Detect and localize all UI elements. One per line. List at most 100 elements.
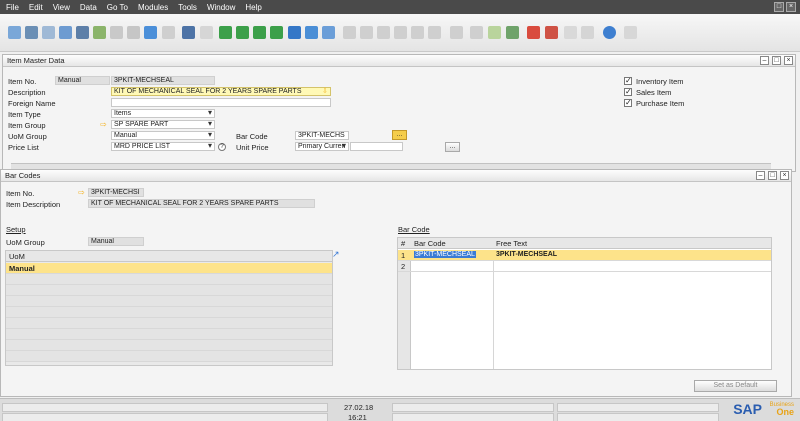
menu-goto[interactable]: Go To [107, 3, 128, 12]
payment-icon[interactable] [394, 26, 407, 39]
menu-view[interactable]: View [53, 3, 70, 12]
unit-price-currency-select[interactable]: Primary Curren [295, 142, 349, 151]
table-row[interactable] [6, 274, 332, 285]
first-record-icon[interactable] [219, 26, 232, 39]
unit-price-field[interactable] [350, 142, 403, 151]
expand-icon[interactable]: ↗ [332, 249, 340, 260]
last-record-icon[interactable] [270, 26, 283, 39]
export-excel-icon[interactable] [93, 26, 106, 39]
calendar-icon[interactable] [527, 26, 540, 39]
description-field[interactable]: KIT OF MECHANICAL SEAL FOR 2 YEARS SPARE… [111, 87, 331, 96]
edit-form-icon[interactable] [470, 26, 483, 39]
close-icon[interactable]: × [784, 56, 793, 65]
export-pdf-icon[interactable] [127, 26, 140, 39]
menu-edit[interactable]: Edit [29, 3, 43, 12]
menu-modules[interactable]: Modules [138, 3, 168, 12]
uom-row-selected[interactable]: Manual [6, 263, 332, 274]
preview-icon[interactable] [162, 26, 175, 39]
link-arrow-icon[interactable]: ⇨ [78, 189, 87, 197]
table-row[interactable]: 1 3PKIT-MECHSEAL 3PKIT-MECHSEAL [398, 250, 771, 261]
unit-price-label: Unit Price [236, 143, 269, 152]
barcode-cell-input[interactable]: 3PKIT-MECHSEAL [414, 251, 476, 258]
cockpit-icon[interactable] [624, 26, 637, 39]
table-row[interactable] [6, 285, 332, 296]
maximize-icon[interactable]: □ [768, 171, 777, 180]
minimize-icon[interactable]: – [756, 171, 765, 180]
bc-item-no-field[interactable]: 3PKIT-MECHSI [88, 188, 144, 197]
open-icon[interactable] [8, 26, 21, 39]
close-icon[interactable]: × [780, 171, 789, 180]
export-word-icon[interactable] [110, 26, 123, 39]
menu-file[interactable]: File [6, 3, 19, 12]
sales-item-checkbox[interactable]: ✓ [624, 88, 632, 96]
volume-weight-icon[interactable] [428, 26, 441, 39]
form-settings-icon[interactable] [488, 26, 501, 39]
help-icon[interactable] [603, 26, 616, 39]
journal-icon[interactable] [377, 26, 390, 39]
app-close-icon[interactable]: × [786, 2, 796, 12]
price-list-select[interactable]: MRD PRICE LIST [111, 142, 215, 151]
menu-help[interactable]: Help [245, 3, 261, 12]
refresh-icon[interactable] [288, 26, 301, 39]
item-type-select[interactable]: Items [111, 109, 215, 118]
item-no-series[interactable]: Manual [55, 76, 110, 85]
link-arrow-icon[interactable]: ⇩ [322, 88, 331, 95]
uom-group-select[interactable]: Manual [111, 131, 215, 140]
query-icon[interactable] [581, 26, 594, 39]
next-record-icon[interactable] [253, 26, 266, 39]
sort-icon[interactable] [322, 26, 335, 39]
find-icon[interactable] [182, 26, 195, 39]
bar-code-browse-button[interactable]: ... [392, 130, 407, 140]
minimize-icon[interactable]: – [760, 56, 769, 65]
settings-check-icon[interactable] [506, 26, 519, 39]
item-master-title: Item Master Data – □ × [3, 55, 795, 67]
menu-tools[interactable]: Tools [178, 3, 197, 12]
col-barcode-header[interactable]: Bar Code [414, 238, 446, 249]
bc-item-no-label: Item No. [6, 189, 35, 198]
bc-uom-group-field[interactable]: Manual [88, 237, 144, 246]
sales-item-label: Sales Item [636, 88, 672, 97]
sms-icon[interactable] [59, 26, 72, 39]
item-group-select[interactable]: SP SPARE PART [111, 120, 215, 129]
purchase-item-checkbox[interactable]: ✓ [624, 99, 632, 107]
calculator-icon[interactable] [564, 26, 577, 39]
purchase-item-label: Purchase Item [636, 99, 685, 108]
messages-icon[interactable] [545, 26, 558, 39]
table-row[interactable]: 2 [398, 261, 771, 272]
fax-icon[interactable] [76, 26, 89, 39]
email-icon[interactable] [42, 26, 55, 39]
logo-sub2: One [776, 407, 794, 417]
bar-code-field[interactable]: 3PKIT-MECHS [295, 131, 349, 140]
freetext-cell[interactable]: 3PKIT-MECHSEAL [496, 251, 557, 258]
set-as-default-button[interactable]: Set as Default [694, 380, 777, 392]
link-arrow-icon[interactable]: ⇨ [100, 121, 109, 129]
bc-item-desc-field[interactable]: KIT OF MECHANICAL SEAL FOR 2 YEARS SPARE… [88, 199, 315, 208]
print-icon[interactable] [25, 26, 38, 39]
table-row[interactable] [6, 296, 332, 307]
menu-data[interactable]: Data [80, 3, 97, 12]
target-document-icon[interactable] [360, 26, 373, 39]
previous-record-icon[interactable] [236, 26, 249, 39]
status-message [2, 403, 328, 412]
info-icon[interactable]: ? [218, 143, 226, 151]
status-date: 27.02.18 [344, 403, 374, 412]
base-document-icon[interactable] [343, 26, 356, 39]
table-row[interactable] [6, 351, 332, 362]
unit-price-browse-button[interactable]: ... [445, 142, 460, 152]
maximize-icon[interactable]: □ [772, 56, 781, 65]
table-row[interactable] [6, 307, 332, 318]
move-icon[interactable] [144, 26, 157, 39]
add-icon[interactable] [200, 26, 213, 39]
table-row[interactable] [6, 340, 332, 351]
col-freetext-header[interactable]: Free Text [496, 238, 527, 249]
layout-designer-icon[interactable] [450, 26, 463, 39]
filter-icon[interactable] [305, 26, 318, 39]
table-row[interactable] [6, 318, 332, 329]
inventory-item-checkbox[interactable]: ✓ [624, 77, 632, 85]
foreign-name-field[interactable] [111, 98, 331, 107]
app-restore-icon[interactable]: □ [774, 2, 784, 12]
table-row[interactable] [6, 329, 332, 340]
gross-profit-icon[interactable] [411, 26, 424, 39]
item-no-field[interactable]: 3PKIT-MECHSEAL [111, 76, 215, 85]
menu-window[interactable]: Window [207, 3, 235, 12]
